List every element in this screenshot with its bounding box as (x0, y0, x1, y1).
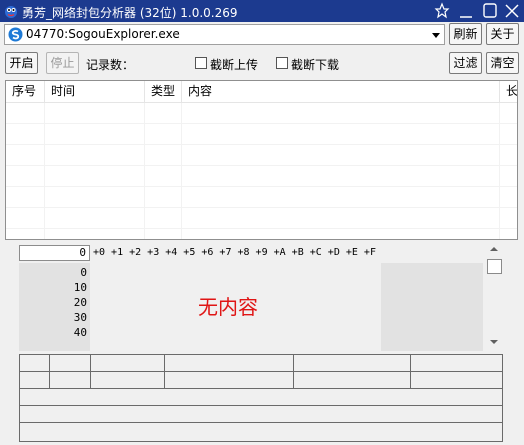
hex-offset: 20 (73, 296, 87, 309)
hex-offset: 0 (80, 266, 87, 279)
title-bar: 勇芳_网络封包分析器 (32位) 1.0.0.269 (0, 0, 524, 22)
packet-list[interactable]: 序号 时间 类型 内容 长 (5, 80, 518, 240)
empty-row (6, 208, 517, 229)
column-header-content[interactable]: 内容 (182, 81, 500, 102)
column-header-type[interactable]: 类型 (145, 81, 182, 102)
packet-info-table (19, 354, 503, 442)
info-cell (49, 371, 91, 389)
refresh-button[interactable]: 刷新 (449, 23, 482, 45)
info-row (20, 388, 502, 406)
packet-list-header: 序号 时间 类型 内容 长 (6, 81, 517, 103)
records-label: 记录数： (86, 58, 135, 72)
info-cell (164, 355, 294, 372)
info-cell (293, 371, 411, 389)
hex-ascii-area[interactable] (381, 263, 483, 351)
start-button[interactable]: 开启 (5, 52, 38, 74)
minimize-button[interactable] (455, 1, 477, 21)
sogou-browser-icon (8, 27, 23, 42)
hex-viewer[interactable]: 0 +0 +1 +2 +3 +4 +5 +6 +7 +8 +9 +A +B +C… (19, 243, 483, 351)
info-row (20, 405, 502, 423)
info-cell (20, 355, 50, 372)
chevron-down-icon[interactable] (432, 33, 440, 38)
hex-offset: 30 (73, 311, 87, 324)
truncate-download-label: 截断下载 (291, 58, 340, 72)
empty-content-message: 无内容 (198, 295, 258, 319)
info-cell (410, 371, 502, 389)
process-select[interactable]: 04770:SogouExplorer.exe (4, 24, 445, 45)
hex-offset: 10 (73, 281, 87, 294)
scroll-thumb[interactable] (487, 259, 502, 274)
window-title: 勇芳_网络封包分析器 (32位) 1.0.0.269 (22, 6, 238, 20)
hex-scrollbar[interactable] (486, 243, 503, 349)
empty-row (6, 103, 517, 124)
hex-offset-gutter: 0 10 20 30 40 (19, 263, 90, 351)
info-cell (20, 371, 50, 389)
maximize-icon (483, 3, 497, 18)
app-logo-icon (5, 6, 17, 18)
empty-row (6, 166, 517, 187)
clear-button[interactable]: 清空 (486, 52, 519, 74)
scroll-up-icon[interactable] (490, 247, 498, 251)
hex-column-header: +0 +1 +2 +3 +4 +5 +6 +7 +8 +9 +A +B +C +… (93, 247, 376, 258)
truncate-download-checkbox[interactable] (276, 57, 288, 69)
pin-icon (434, 2, 450, 19)
column-header-length[interactable]: 长 (500, 81, 517, 102)
column-header-time[interactable]: 时间 (45, 81, 145, 102)
close-icon (505, 4, 519, 18)
close-button[interactable] (501, 1, 523, 21)
column-header-index[interactable]: 序号 (6, 81, 45, 102)
empty-row (6, 187, 517, 208)
maximize-button[interactable] (479, 1, 501, 21)
hex-offset: 40 (73, 326, 87, 339)
filter-button[interactable]: 过滤 (449, 52, 482, 74)
info-cell (293, 355, 411, 372)
process-select-value: 04770:SogouExplorer.exe (26, 27, 180, 41)
info-cell (90, 371, 165, 389)
hex-address-box: 0 (19, 245, 90, 261)
stop-button[interactable]: 停止 (46, 52, 79, 74)
pin-button[interactable] (431, 1, 453, 21)
info-cell (90, 355, 165, 372)
truncate-upload-label: 截断上传 (210, 58, 259, 72)
minimize-icon (460, 16, 472, 18)
scroll-down-icon[interactable] (490, 340, 498, 344)
info-cell (164, 371, 294, 389)
info-cell (410, 355, 502, 372)
hex-data-area[interactable]: 无内容 (90, 263, 381, 351)
info-row (20, 422, 502, 441)
truncate-upload-checkbox[interactable] (195, 57, 207, 69)
about-button[interactable]: 关于 (486, 23, 519, 45)
info-cell (49, 355, 91, 372)
empty-row (6, 145, 517, 166)
empty-row (6, 124, 517, 145)
